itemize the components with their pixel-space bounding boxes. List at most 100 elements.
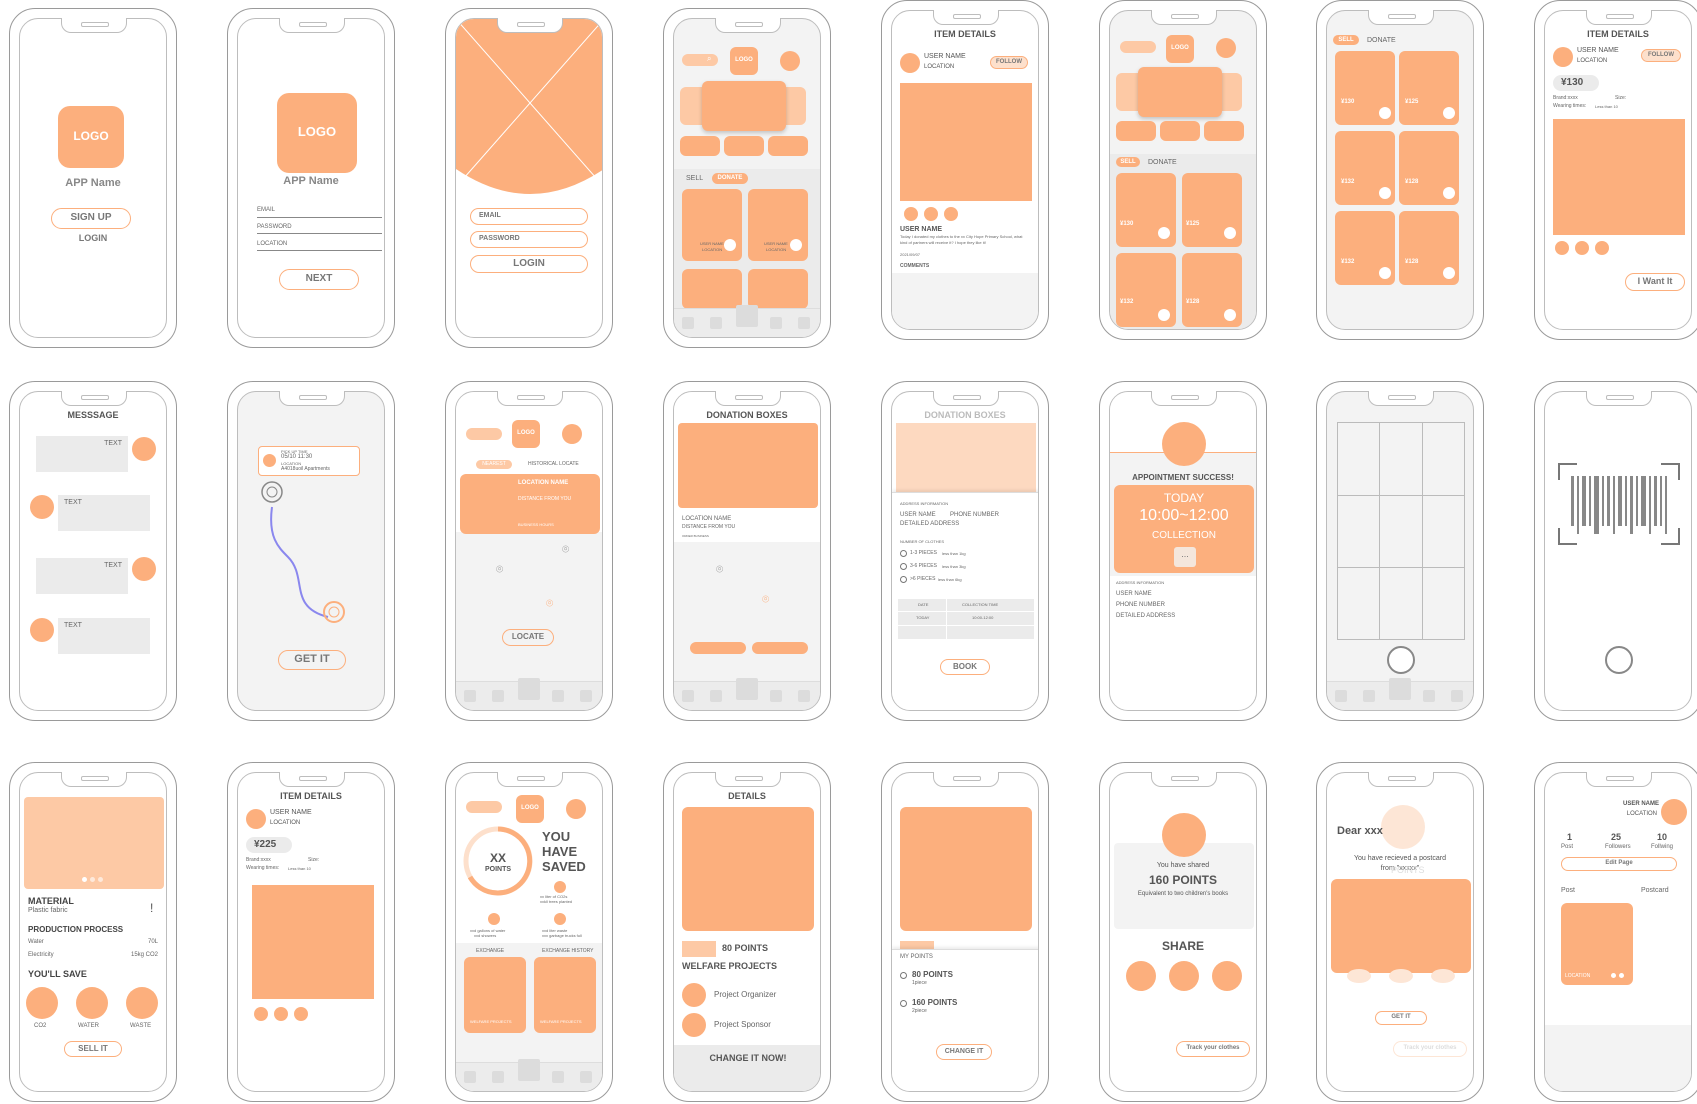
action-icon[interactable] <box>904 207 918 221</box>
more-button[interactable]: ... <box>1174 547 1196 567</box>
get-it-button[interactable]: GET IT <box>1375 1011 1427 1025</box>
item-card[interactable]: ¥128 <box>1182 253 1242 327</box>
radio-160-points[interactable] <box>900 1000 907 1007</box>
item-image[interactable] <box>1553 119 1685 235</box>
bottom-nav[interactable] <box>1327 678 1473 710</box>
action-icon[interactable] <box>924 207 938 221</box>
tab-exchange[interactable]: EXCHANGE <box>476 948 504 954</box>
book-button[interactable]: BOOK <box>940 659 990 675</box>
map-pin-icon[interactable]: ⌾ <box>496 562 503 577</box>
item-card[interactable]: ¥125 <box>1399 51 1459 125</box>
item-card[interactable]: ¥132 <box>1335 131 1395 205</box>
project-image[interactable] <box>682 807 814 931</box>
search-input[interactable] <box>466 801 502 813</box>
avatar[interactable] <box>566 799 586 819</box>
want-button[interactable]: I Want It <box>1625 273 1685 291</box>
info-icon[interactable]: ! <box>150 901 153 915</box>
avatar[interactable] <box>1216 38 1236 58</box>
avatar[interactable] <box>682 983 706 1007</box>
avatar[interactable] <box>246 809 266 829</box>
sell-it-button[interactable]: SELL IT <box>64 1041 122 1057</box>
follow-button[interactable]: FOLLOW <box>1641 49 1681 62</box>
shutter-button[interactable] <box>1605 646 1633 674</box>
avatar[interactable] <box>562 424 582 444</box>
option-button[interactable] <box>752 642 808 654</box>
item-card[interactable]: ¥132 <box>1116 253 1176 327</box>
share-icon[interactable] <box>1169 961 1199 991</box>
map-pin-icon[interactable]: ⌾ <box>546 596 553 611</box>
category-3[interactable] <box>1204 121 1244 141</box>
tab-donate[interactable]: DONATE <box>712 173 748 184</box>
action-icon[interactable] <box>1595 241 1609 255</box>
category-1[interactable] <box>680 136 720 156</box>
action-icon[interactable] <box>1575 241 1589 255</box>
track-clothes-button[interactable]: Track your clothes <box>1393 1041 1467 1057</box>
item-card[interactable]: USER NAME LOCATION <box>682 189 742 261</box>
tab-exchange-history[interactable]: EXCHANGE HISTORY <box>542 948 594 954</box>
action-icon[interactable] <box>274 1007 288 1021</box>
bottom-nav[interactable] <box>674 678 820 710</box>
edit-page-button[interactable]: Edit Page <box>1561 857 1677 871</box>
category-3[interactable] <box>768 136 808 156</box>
next-button[interactable]: NEXT <box>279 269 359 290</box>
change-it-now-button[interactable]: CHANGE IT NOW! <box>674 1045 820 1091</box>
avatar[interactable] <box>682 1013 706 1037</box>
tab-postcard[interactable]: Postcard <box>1641 887 1669 894</box>
radio-option[interactable] <box>900 550 907 557</box>
email-input[interactable]: EMAIL <box>470 208 588 225</box>
map-pin-icon[interactable]: ⌾ <box>562 542 569 557</box>
option-button[interactable] <box>690 642 746 654</box>
avatar[interactable] <box>132 437 156 461</box>
item-card[interactable]: ¥130 <box>1335 51 1395 125</box>
tab-donate[interactable]: DONATE <box>1367 37 1396 44</box>
sign-up-button[interactable]: SIGN UP <box>51 208 131 229</box>
avatar[interactable] <box>780 51 800 71</box>
tab-donate[interactable]: DONATE <box>1148 159 1177 166</box>
radio-option[interactable] <box>900 576 907 583</box>
action-icon[interactable] <box>944 207 958 221</box>
avatar[interactable] <box>30 495 54 519</box>
avatar[interactable] <box>30 618 54 642</box>
search-input[interactable] <box>466 428 502 440</box>
time-table[interactable]: DATE COLLECTION TIME TODAY 10:00-12:00 <box>898 599 1034 639</box>
item-card[interactable]: ¥130 <box>1116 173 1176 247</box>
email-field[interactable]: EMAIL <box>257 207 275 213</box>
bottom-nav[interactable] <box>456 678 602 710</box>
share-icon[interactable] <box>1212 961 1242 991</box>
tab-post[interactable]: Post <box>1561 887 1575 894</box>
password-field[interactable]: PASSWORD <box>257 224 292 230</box>
locate-button[interactable]: LOCATE <box>502 629 554 646</box>
avatar[interactable] <box>900 53 920 73</box>
welfare-card[interactable]: WELFARE PROJECTS <box>464 957 526 1033</box>
follow-button[interactable]: FOLLOW <box>990 56 1028 69</box>
item-image[interactable] <box>24 797 164 889</box>
bottom-nav[interactable] <box>456 1059 602 1091</box>
login-link[interactable]: LOGIN <box>20 233 166 243</box>
radio-80-points[interactable] <box>900 972 907 979</box>
banner-carousel[interactable] <box>1138 67 1222 117</box>
tab-sell[interactable]: SELL <box>686 175 703 182</box>
pickup-card[interactable]: PICK UP TIME 05/10 11:30 LOCATION A4018u… <box>258 446 360 476</box>
avatar[interactable] <box>1553 47 1573 67</box>
item-card[interactable]: ¥132 <box>1335 211 1395 285</box>
avatar[interactable] <box>132 557 156 581</box>
postcard-image[interactable] <box>1331 879 1471 973</box>
action-icon[interactable] <box>254 1007 268 1021</box>
password-input[interactable]: PASSWORD <box>470 231 588 248</box>
welfare-card[interactable]: WELFARE PROJECTS <box>534 957 596 1033</box>
location-image[interactable] <box>678 423 818 508</box>
share-icon[interactable] <box>1126 961 1156 991</box>
change-it-button[interactable]: CHANGE IT <box>936 1044 992 1060</box>
bottom-nav[interactable] <box>674 305 820 337</box>
get-it-button[interactable]: GET IT <box>278 650 346 670</box>
search-input[interactable] <box>1120 41 1156 53</box>
category-1[interactable] <box>1116 121 1156 141</box>
item-card[interactable]: USER NAME LOCATION <box>748 189 808 261</box>
shutter-button[interactable] <box>1387 646 1415 674</box>
banner-carousel[interactable] <box>702 81 786 131</box>
item-image[interactable] <box>900 83 1032 201</box>
search-input[interactable] <box>682 54 718 66</box>
location-field[interactable]: LOCATION <box>257 241 287 247</box>
item-card[interactable]: ¥125 <box>1182 173 1242 247</box>
post-card[interactable]: LOCATION <box>1561 903 1633 985</box>
